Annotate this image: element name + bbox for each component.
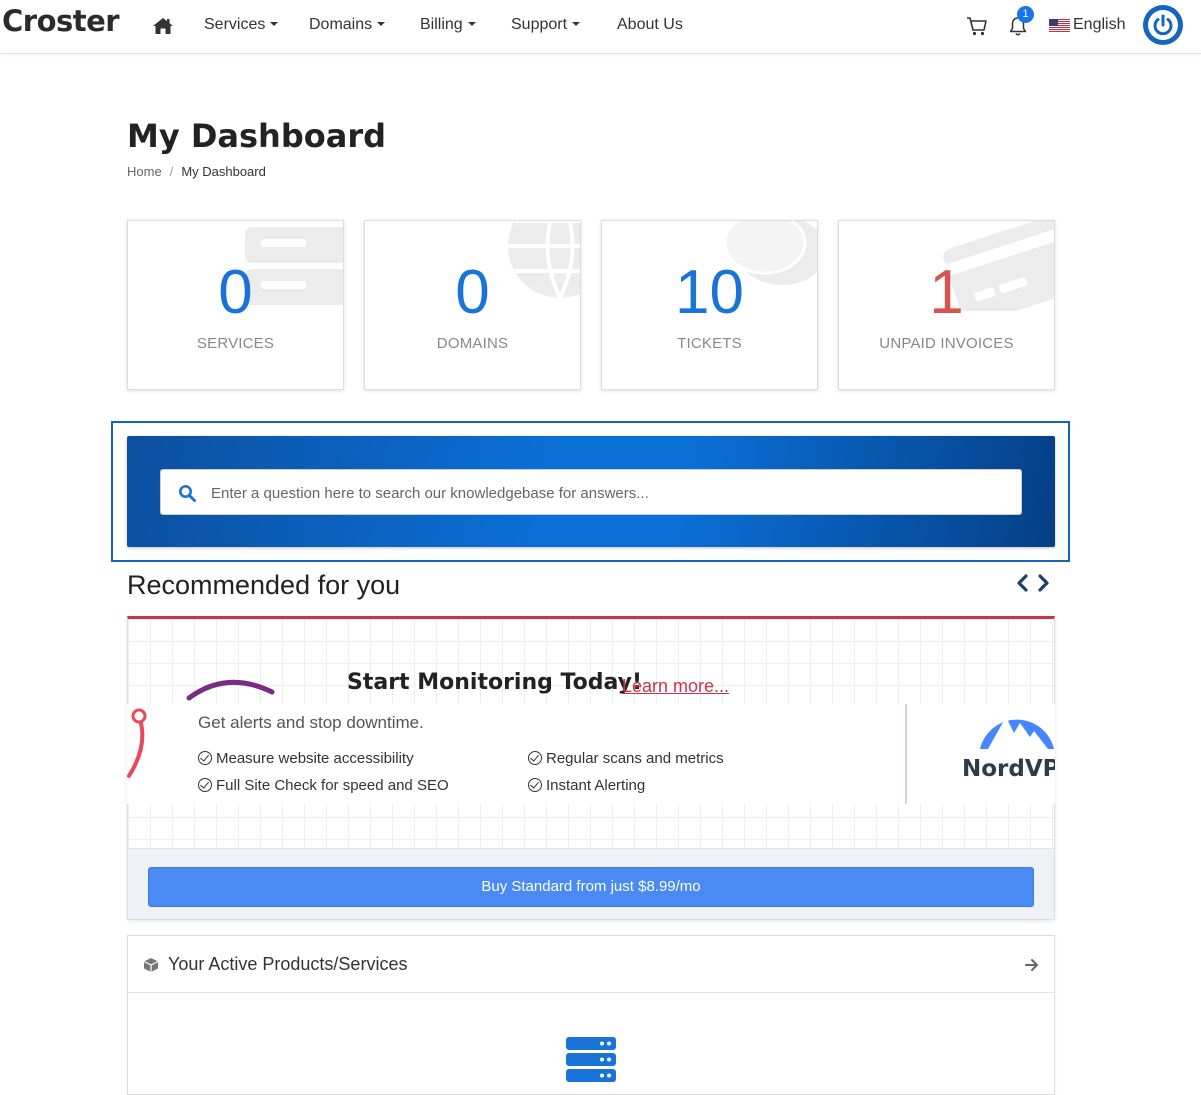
recommendation-subtitle: Get alerts and stop downtime. — [198, 713, 424, 732]
stat-tile-unpaid-invoices[interactable]: 1 UNPAID INVOICES — [838, 220, 1055, 390]
check-circle-icon — [528, 751, 542, 765]
feature-label: Full Site Check for speed and SEO — [216, 777, 449, 794]
stat-value: 1 — [929, 258, 964, 327]
recommendation-headline: Start Monitoring Today! — [347, 670, 643, 695]
stat-label: SERVICES — [196, 335, 275, 352]
feature-label: Measure website accessibility — [216, 750, 414, 767]
chevron-down-icon — [467, 22, 476, 26]
buy-standard-button[interactable]: Buy Standard from just $8.99/mo — [148, 867, 1034, 907]
stat-tile-tickets[interactable]: 10 TICKETS — [601, 220, 818, 390]
stat-tile-domains[interactable]: 0 DOMAINS — [364, 220, 581, 390]
language-selector[interactable]: English — [1073, 16, 1125, 34]
breadcrumb-home[interactable]: Home — [127, 164, 162, 179]
active-products-title: Your Active Products/Services — [168, 954, 408, 974]
feature-item: Regular scans and metrics — [528, 750, 724, 767]
nordvpn-logo-icon — [980, 717, 1054, 749]
search-icon — [179, 485, 196, 502]
power-icon[interactable] — [1143, 5, 1183, 45]
nav-label: Support — [511, 16, 568, 33]
stat-value: 0 — [218, 258, 253, 327]
stat-value: 10 — [675, 258, 744, 327]
cart-icon[interactable] — [966, 15, 988, 37]
nav-label: About Us — [617, 16, 683, 33]
us-flag-icon — [1049, 19, 1070, 32]
feature-label: Instant Alerting — [546, 777, 646, 794]
nav-label: Domains — [309, 16, 373, 33]
check-circle-icon — [198, 751, 212, 765]
stat-label: UNPAID INVOICES — [879, 335, 1014, 352]
chevron-down-icon — [377, 22, 386, 26]
site-logo[interactable]: Croster — [2, 4, 120, 38]
check-circle-icon — [198, 778, 212, 792]
feature-item: Measure website accessibility — [198, 750, 414, 767]
chevron-down-icon — [572, 22, 581, 26]
stat-value: 0 — [455, 258, 490, 327]
kb-search-input[interactable] — [211, 480, 1001, 506]
chevron-down-icon — [270, 22, 279, 26]
nav-domains[interactable]: Domains — [309, 16, 386, 34]
nav-label: Billing — [420, 16, 463, 33]
page-title: My Dashboard — [127, 117, 386, 155]
stat-label: DOMAINS — [436, 335, 509, 352]
check-circle-icon — [528, 778, 542, 792]
nav-billing[interactable]: Billing — [420, 16, 476, 34]
recommended-title: Recommended for you — [127, 570, 401, 600]
arrow-right-icon[interactable] — [1023, 956, 1041, 974]
divider — [905, 704, 907, 804]
server-icon — [566, 1037, 616, 1082]
chevron-left-icon[interactable] — [1014, 573, 1030, 593]
nav-about-us[interactable]: About Us — [617, 16, 683, 34]
feature-item: Instant Alerting — [528, 777, 645, 794]
home-icon[interactable] — [152, 16, 174, 36]
breadcrumb-separator: / — [169, 164, 174, 179]
breadcrumb: Home / My Dashboard — [127, 164, 266, 179]
monitor-graphic-overlap — [127, 708, 147, 778]
breadcrumb-current: My Dashboard — [181, 164, 266, 179]
cube-icon — [143, 958, 159, 972]
nav-services[interactable]: Services — [204, 16, 279, 34]
partner-logo-text: NordVP — [962, 756, 1055, 782]
notification-badge: 1 — [1017, 6, 1034, 23]
nav-support[interactable]: Support — [511, 16, 581, 34]
stat-label: TICKETS — [677, 335, 742, 352]
stat-tile-services[interactable]: 0 SERVICES — [127, 220, 344, 390]
feature-label: Regular scans and metrics — [546, 750, 724, 767]
learn-more-link[interactable]: Learn more... — [622, 676, 729, 697]
nav-label: Services — [204, 16, 266, 33]
feature-item: Full Site Check for speed and SEO — [198, 777, 449, 794]
chevron-right-icon[interactable] — [1036, 573, 1052, 593]
